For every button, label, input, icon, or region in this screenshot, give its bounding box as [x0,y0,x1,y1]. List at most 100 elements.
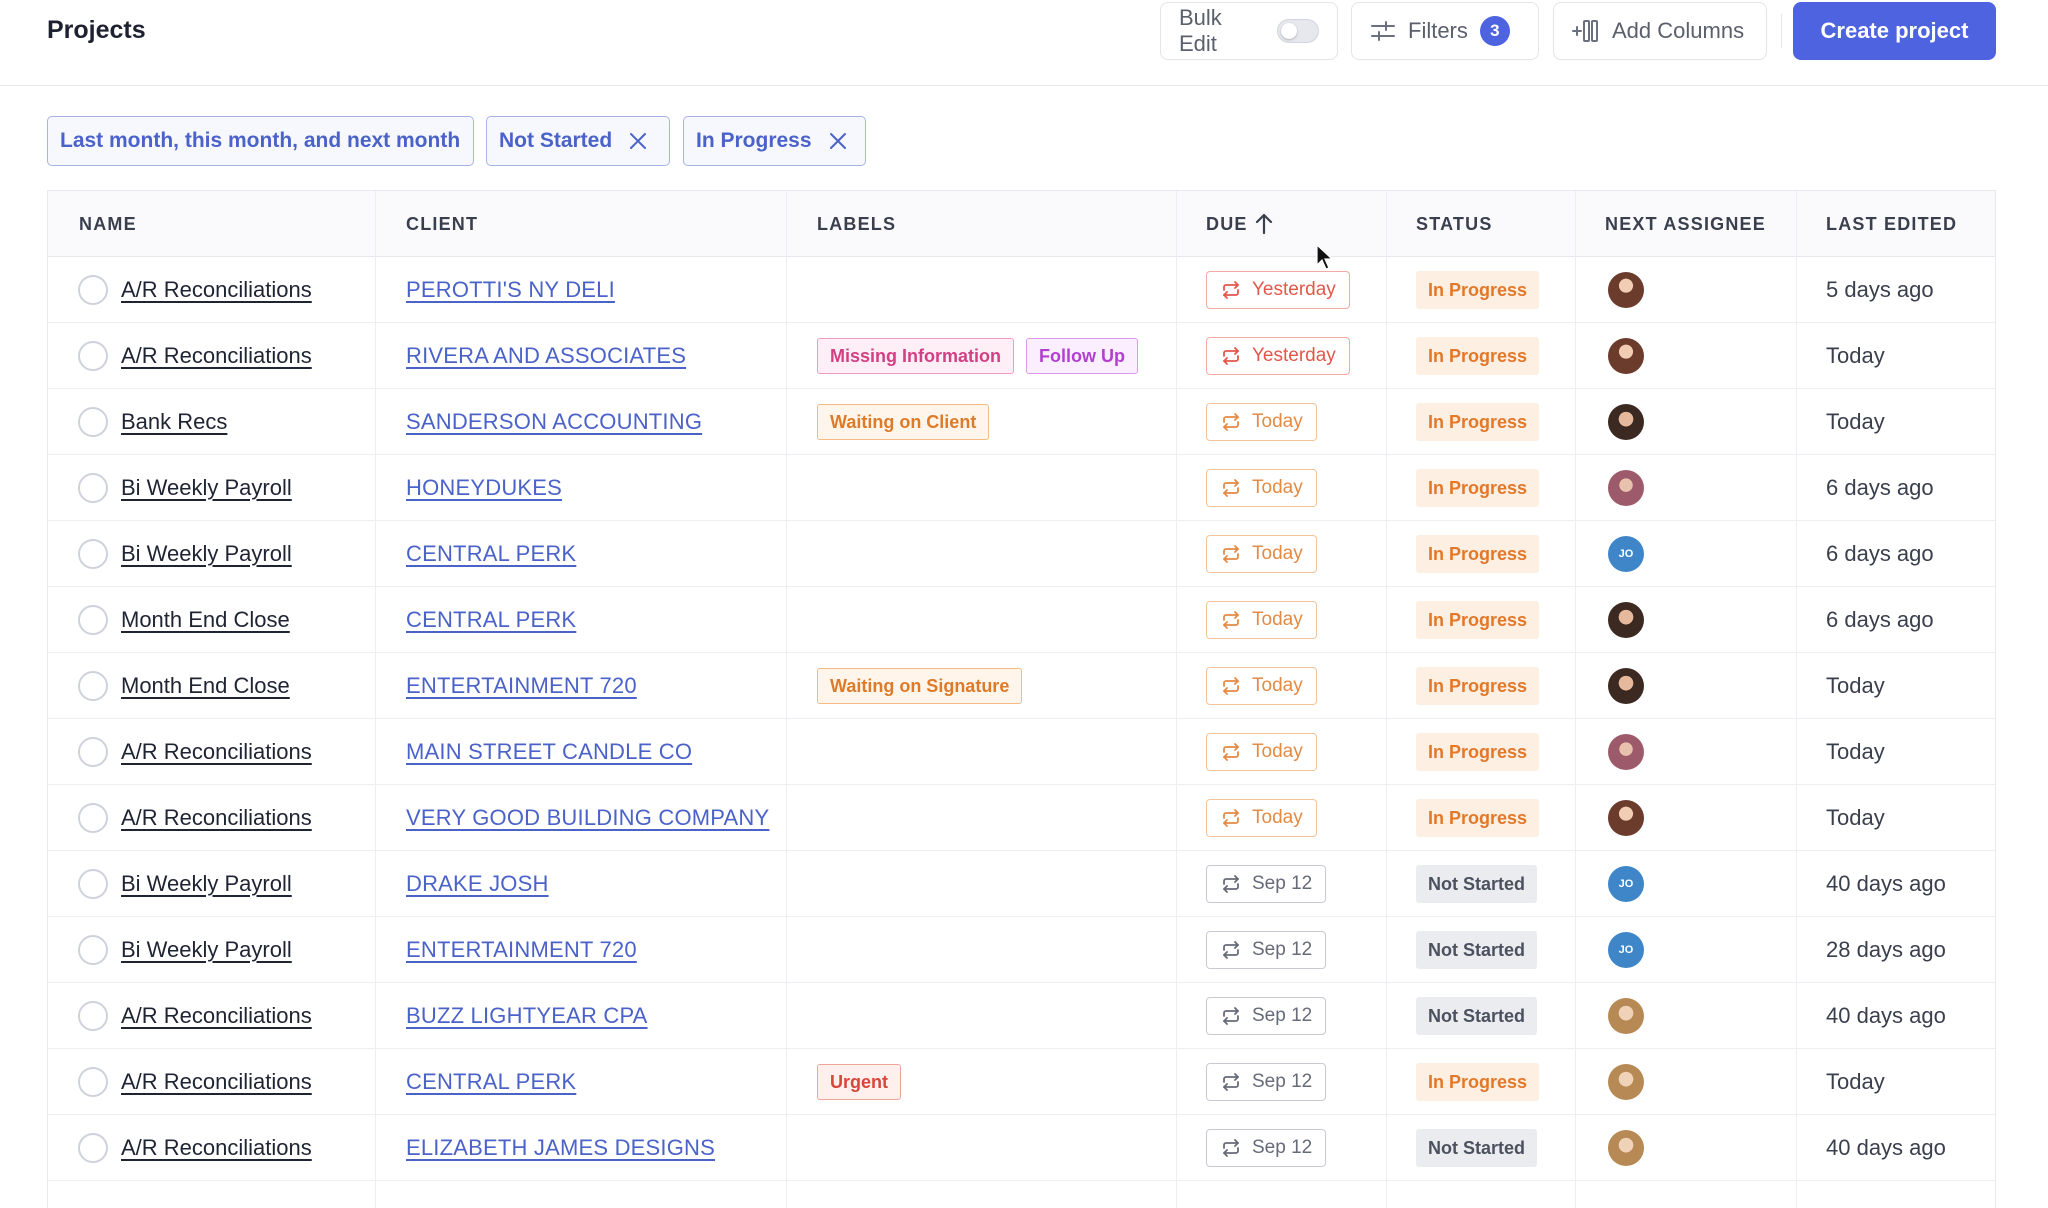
column-header-next-assignee[interactable]: NEXT ASSIGNEE [1605,191,1766,257]
status-badge[interactable]: In Progress [1416,601,1540,639]
client-link[interactable]: SANDERSON ACCOUNTING [406,409,702,435]
project-name-link[interactable]: Bi Weekly Payroll [121,541,292,567]
table-row[interactable]: Bi Weekly Payroll DRAKE JOSH Sep 12 Not … [48,851,1995,917]
avatar[interactable] [1608,1130,1644,1166]
status-badge[interactable]: Not Started [1416,865,1538,903]
row-checkbox[interactable] [78,605,108,635]
table-row[interactable]: A/R Reconciliations RIVERA AND ASSOCIATE… [48,323,1995,389]
due-date-badge[interactable]: Today [1206,403,1317,441]
bulk-edit-switch[interactable] [1277,19,1319,43]
row-checkbox[interactable] [78,671,108,701]
row-checkbox[interactable] [78,473,108,503]
avatar[interactable]: JO [1608,866,1644,902]
close-icon[interactable] [828,131,848,151]
filter-chip-date-range[interactable]: Last month, this month, and next month [47,116,474,166]
table-row[interactable]: A/R Reconciliations VERY GOOD BUILDING C… [48,785,1995,851]
due-date-badge[interactable]: Today [1206,733,1317,771]
project-name-link[interactable]: A/R Reconciliations [121,805,312,831]
row-checkbox[interactable] [78,1133,108,1163]
label-tag[interactable]: Follow Up [1026,338,1138,374]
due-date-badge[interactable]: Today [1206,601,1317,639]
due-date-badge[interactable]: Yesterday [1206,337,1350,375]
table-row[interactable]: A/R Reconciliations CENTRAL PERK Urgent … [48,1049,1995,1115]
avatar[interactable]: JO [1608,932,1644,968]
row-checkbox[interactable] [78,275,108,305]
row-checkbox[interactable] [78,737,108,767]
client-link[interactable]: MAIN STREET CANDLE CO [406,739,692,765]
status-badge[interactable]: In Progress [1416,403,1540,441]
column-header-client[interactable]: CLIENT [406,191,478,257]
table-row[interactable]: Month End Close CENTRAL PERK Today In Pr… [48,587,1995,653]
label-tag[interactable]: Missing Information [817,338,1014,374]
due-date-badge[interactable]: Today [1206,799,1317,837]
row-checkbox[interactable] [78,1067,108,1097]
project-name-link[interactable]: A/R Reconciliations [121,343,312,369]
avatar[interactable] [1608,404,1644,440]
due-date-badge[interactable]: Sep 12 [1206,1129,1327,1167]
create-project-button[interactable]: Create project [1793,2,1996,60]
avatar[interactable] [1608,338,1644,374]
table-row[interactable]: A/R Reconciliations BUZZ LIGHTYEAR CPA S… [48,983,1995,1049]
label-tag[interactable]: Waiting on Client [817,404,990,440]
status-badge[interactable]: In Progress [1416,535,1540,573]
due-date-badge[interactable]: Sep 12 [1206,1063,1327,1101]
filter-chip-not-started[interactable]: Not Started [486,116,670,166]
status-badge[interactable]: In Progress [1416,271,1540,309]
row-checkbox[interactable] [78,341,108,371]
label-tag[interactable]: Waiting on Signature [817,668,1023,704]
status-badge[interactable]: Not Started [1416,997,1538,1035]
add-columns-button[interactable]: Add Columns [1553,2,1767,60]
close-icon[interactable] [628,131,648,151]
status-badge[interactable]: In Progress [1416,799,1540,837]
row-checkbox[interactable] [78,803,108,833]
table-row[interactable]: Bank Recs SANDERSON ACCOUNTING Waiting o… [48,389,1995,455]
row-checkbox[interactable] [78,1001,108,1031]
avatar[interactable]: JO [1608,536,1644,572]
status-badge[interactable]: In Progress [1416,667,1540,705]
client-link[interactable]: RIVERA AND ASSOCIATES [406,343,686,369]
due-date-badge[interactable]: Today [1206,469,1317,507]
table-row[interactable]: A/R Reconciliations MAIN STREET CANDLE C… [48,719,1995,785]
filter-chip-in-progress[interactable]: In Progress [683,116,866,166]
table-row[interactable]: Bi Weekly Payroll CENTRAL PERK Today In … [48,521,1995,587]
avatar[interactable] [1608,800,1644,836]
project-name-link[interactable]: Bi Weekly Payroll [121,871,292,897]
avatar[interactable] [1608,668,1644,704]
status-badge[interactable]: Not Started [1416,1129,1538,1167]
table-row[interactable]: Bi Weekly Payroll HONEYDUKES Today In Pr… [48,455,1995,521]
client-link[interactable]: CENTRAL PERK [406,607,576,633]
avatar[interactable] [1608,272,1644,308]
project-name-link[interactable]: A/R Reconciliations [121,739,312,765]
label-tag[interactable]: Urgent [817,1064,901,1100]
status-badge[interactable]: In Progress [1416,733,1540,771]
status-badge[interactable]: Not Started [1416,931,1538,969]
row-checkbox[interactable] [78,407,108,437]
filters-button[interactable]: Filters 3 [1351,2,1539,60]
due-date-badge[interactable]: Sep 12 [1206,997,1327,1035]
client-link[interactable]: CENTRAL PERK [406,541,576,567]
table-row[interactable]: A/R Reconciliations PEROTTI'S NY DELI Ye… [48,257,1995,323]
column-header-name[interactable]: NAME [79,191,137,257]
client-link[interactable]: ENTERTAINMENT 720 [406,937,637,963]
status-badge[interactable]: In Progress [1416,469,1540,507]
project-name-link[interactable]: A/R Reconciliations [121,277,312,303]
client-link[interactable]: ENTERTAINMENT 720 [406,673,637,699]
project-name-link[interactable]: Month End Close [121,673,290,699]
due-date-badge[interactable]: Today [1206,667,1317,705]
client-link[interactable]: PEROTTI'S NY DELI [406,277,615,303]
client-link[interactable]: BUZZ LIGHTYEAR CPA [406,1003,648,1029]
client-link[interactable]: ELIZABETH JAMES DESIGNS [406,1135,715,1161]
project-name-link[interactable]: Bi Weekly Payroll [121,937,292,963]
due-date-badge[interactable]: Sep 12 [1206,931,1327,969]
column-header-due[interactable]: DUE [1206,191,1274,257]
column-header-labels[interactable]: LABELS [817,191,896,257]
status-badge[interactable]: In Progress [1416,337,1540,375]
client-link[interactable]: DRAKE JOSH [406,871,549,897]
table-row[interactable]: Month End Close ENTERTAINMENT 720 Waitin… [48,653,1995,719]
avatar[interactable] [1608,734,1644,770]
due-date-badge[interactable]: Sep 12 [1206,865,1327,903]
due-date-badge[interactable]: Today [1206,535,1317,573]
project-name-link[interactable]: A/R Reconciliations [121,1003,312,1029]
project-name-link[interactable]: A/R Reconciliations [121,1069,312,1095]
row-checkbox[interactable] [78,935,108,965]
